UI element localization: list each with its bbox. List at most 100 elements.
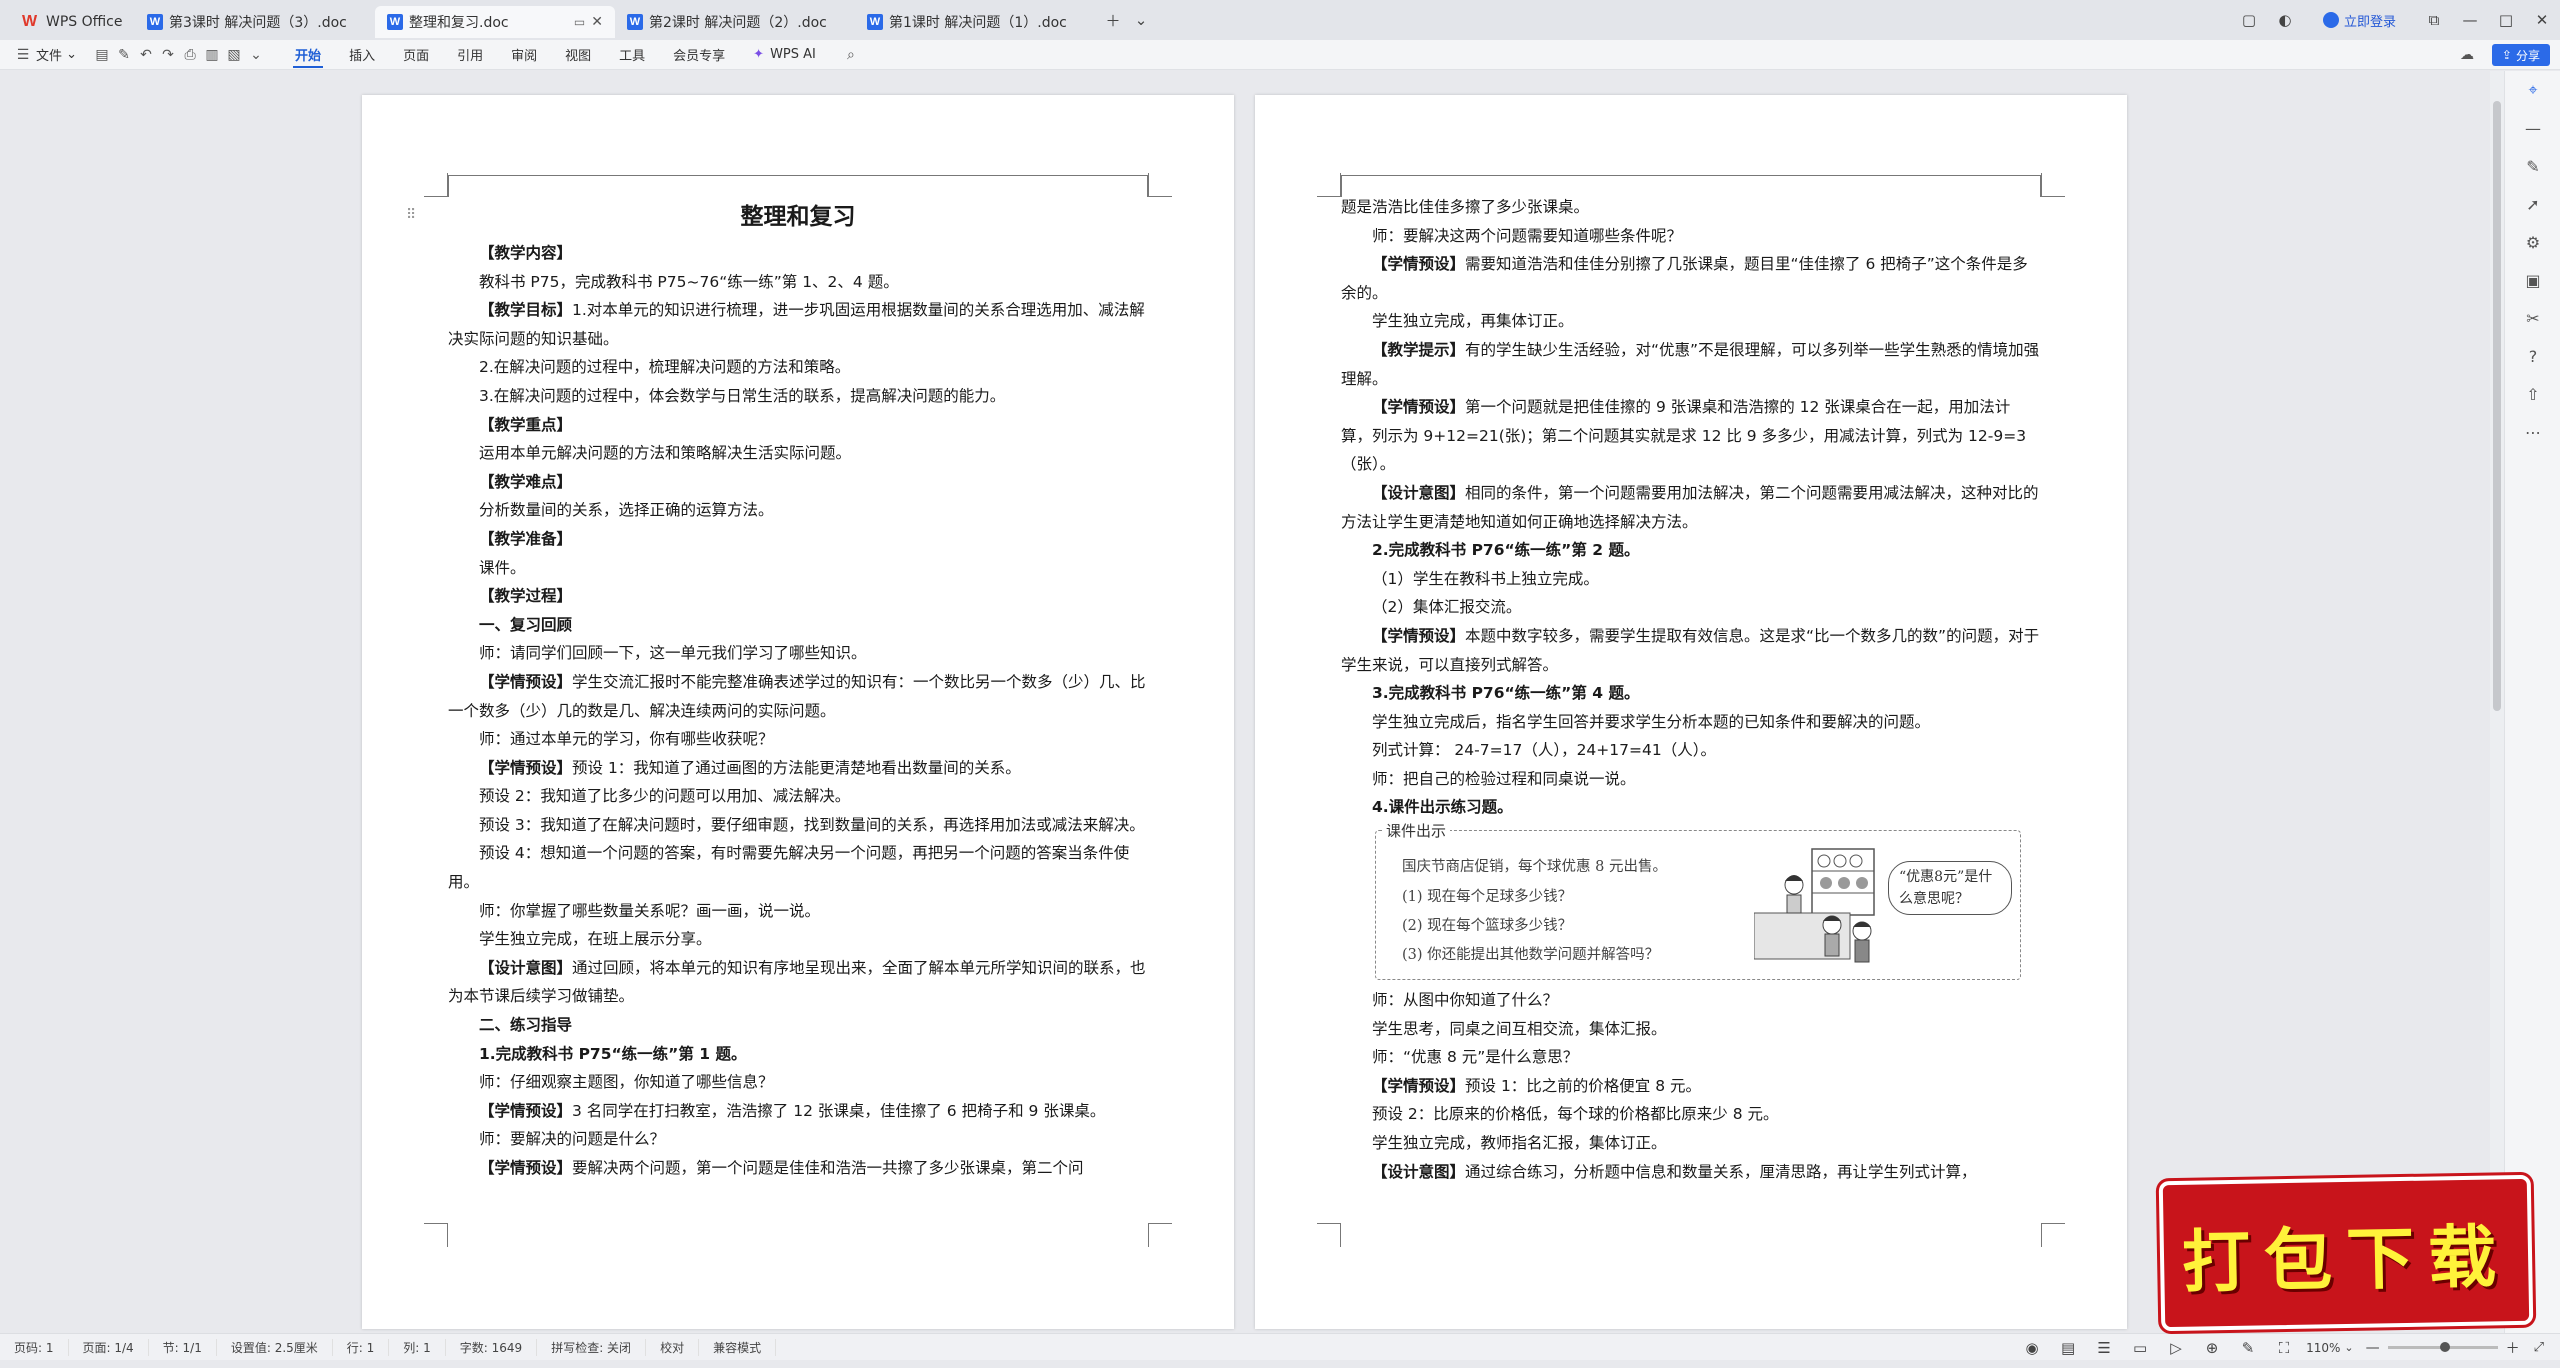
more-chevron-icon[interactable]: ⌄ xyxy=(245,40,267,70)
tab-3[interactable]: W 第2课时 解决问题（2）.doc xyxy=(615,6,855,38)
search-icon[interactable]: ⌕ xyxy=(840,40,862,70)
location-pin-icon[interactable]: ⌖ xyxy=(2505,71,2560,109)
restore-window-icon[interactable]: ⧉ xyxy=(2416,0,2452,40)
courseware-figure: 课件出示 国庆节商店促销，每个球优惠 8 元出售。 (1) 现在每个足球多少钱？… xyxy=(1375,817,2021,981)
minimize-icon[interactable]: — xyxy=(2452,0,2488,40)
paragraph: 【学情预设】学生交流汇报时不能完整准确表述学过的知识有：一个数比另一个数多（少）… xyxy=(448,668,1148,725)
page-1-body: 【教学内容】 教科书 P75，完成教科书 P75~76“练一练”第 1、2、4 题… xyxy=(448,239,1148,1183)
zoom-out-icon[interactable]: — xyxy=(2366,1340,2380,1356)
wps-logo-icon: W xyxy=(22,13,38,30)
download-package-badge[interactable]: 打包下载 xyxy=(2158,1174,2534,1332)
vertical-scrollbar[interactable] xyxy=(2490,71,2504,1333)
print-preview-icon[interactable]: ▥ xyxy=(201,40,223,70)
settings-icon[interactable]: ⚙ xyxy=(2505,223,2560,261)
ribbon-tab-6[interactable]: 工具 xyxy=(605,40,659,70)
paragraph: 【教学过程】 xyxy=(479,587,573,606)
edit-pen-icon[interactable]: ✎ xyxy=(2230,1328,2266,1368)
paragraph: 1.完成教科书 P75“练一练”第 1 题。 xyxy=(479,1044,747,1063)
outline-view-icon[interactable]: ☰ xyxy=(2086,1328,2122,1368)
monitor-icon[interactable]: ▭ xyxy=(574,15,585,29)
tab-list-chevron-icon[interactable]: ⌄ xyxy=(1131,0,1151,40)
window-layout-icon[interactable]: ▢ xyxy=(2231,0,2267,40)
print-icon[interactable]: ⎙ xyxy=(179,40,201,70)
tools-icon[interactable]: ✂ xyxy=(2505,299,2560,337)
status-item-1: 页面: 1/4 xyxy=(69,1338,149,1356)
paragraph-heading: 【学情预设】 xyxy=(479,1159,573,1177)
paragraph: 师：你掌握了哪些数量关系呢？画一画，说一说。 xyxy=(479,901,821,920)
share-button[interactable]: ⇪ 分享 xyxy=(2491,44,2550,66)
ribbon-tab-2[interactable]: 页面 xyxy=(389,40,443,70)
zoom-slider-knob[interactable] xyxy=(2439,1342,2450,1352)
zoom-slider[interactable] xyxy=(2387,1342,2498,1352)
zoom-level[interactable]: 110% xyxy=(2306,1341,2340,1355)
status-item-3: 设置值: 2.5厘米 xyxy=(217,1338,333,1356)
document-canvas[interactable]: ⠿ 整理和复习 【教学内容】 教科书 P75，完成教科书 P75~76“练一练”第… xyxy=(0,71,2486,1333)
maximize-icon[interactable]: □ xyxy=(2488,0,2524,40)
undo-icon[interactable]: ↶ xyxy=(135,40,157,70)
image-icon[interactable]: ▣ xyxy=(2505,261,2560,299)
paragraph: 师：要解决这两个问题需要知道哪些条件呢？ xyxy=(1372,226,1683,245)
tab-2[interactable]: W 整理和复习.doc ▭ ✕ xyxy=(375,6,615,38)
web-view-icon[interactable]: ⊕ xyxy=(2194,1328,2230,1368)
paragraph-heading: 【学情预设】 xyxy=(479,1101,573,1120)
export-pdf-icon[interactable]: ▧ xyxy=(223,40,245,70)
status-item-8[interactable]: 校对 xyxy=(646,1338,700,1356)
new-tab-icon[interactable]: ＋ xyxy=(1095,0,1131,40)
document-page-1[interactable]: ⠿ 整理和复习 【教学内容】 教科书 P75，完成教科书 P75~76“练一练”第… xyxy=(362,95,1234,1329)
paragraph: 列式计算： 24-7=17（人），24+17=41（人）。 xyxy=(1372,741,1716,760)
share-sidebar-icon[interactable]: ⇧ xyxy=(2505,375,2560,413)
zoom-in-icon[interactable]: ＋ xyxy=(2506,1338,2520,1358)
fit-page-icon[interactable]: ⛶ xyxy=(2266,1328,2302,1368)
status-item-4: 行: 1 xyxy=(333,1338,390,1356)
collapse-icon[interactable]: — xyxy=(2505,109,2560,147)
margin-corner xyxy=(424,1223,448,1247)
cloud-sync-icon[interactable]: ☁ xyxy=(2456,40,2478,70)
figure-line-4: (3) 你还能提出其他数学问题并解答吗？ xyxy=(1402,947,1660,964)
close-window-icon[interactable]: ✕ xyxy=(2524,0,2560,40)
tab-1[interactable]: W 第3课时 解决问题（3）.doc xyxy=(135,6,375,38)
document-page-2[interactable]: 题是浩浩比佳佳多擦了多少张课桌。 师：要解决这两个问题需要知道哪些条件呢？ 【学情预… xyxy=(1255,95,2127,1329)
ribbon-tab-3[interactable]: 引用 xyxy=(443,40,497,70)
zoom-dropdown-icon[interactable]: ⌄ xyxy=(2344,1341,2353,1354)
menu-icon[interactable]: ☰ xyxy=(12,40,34,70)
page-2-content[interactable]: 题是浩浩比佳佳多擦了多少张课桌。 师：要解决这两个问题需要知道哪些条件呢？ 【学情预… xyxy=(1341,193,2041,1186)
pen-icon[interactable]: ✎ xyxy=(2505,147,2560,185)
more-icon[interactable]: ⋯ xyxy=(2505,413,2560,451)
paragraph-drag-handle[interactable]: ⠿ xyxy=(406,207,416,223)
document-title: 整理和复习 xyxy=(740,204,856,230)
select-icon[interactable]: ➚ xyxy=(2505,185,2560,223)
login-button[interactable]: 立即登录 xyxy=(2322,11,2396,30)
tab-4[interactable]: W 第1课时 解决问题（1）.doc xyxy=(855,6,1095,38)
paragraph-text: 通过综合练习，分析题中信息和数量关系，厘清思路，再让学生列式计算， xyxy=(1465,1162,1977,1181)
format-painter-icon[interactable]: ✎ xyxy=(113,40,135,70)
play-icon[interactable]: ▷ xyxy=(2158,1328,2194,1368)
ribbon-tab-5[interactable]: 视图 xyxy=(551,40,605,70)
help-icon[interactable]: ? xyxy=(2505,337,2560,375)
paragraph-heading: 【教学提示】 xyxy=(1372,340,1466,359)
skin-icon[interactable]: ◐ xyxy=(2267,0,2303,40)
paragraph-text: 要解决两个问题，第一个问题是佳佳和浩浩一共擦了多少张课桌，第二个问 xyxy=(572,1159,1084,1177)
page-1-content[interactable]: 整理和复习 【教学内容】 教科书 P75，完成教科书 P75~76“练一练”第 1… xyxy=(448,195,1148,1183)
ribbon-tab-1[interactable]: 插入 xyxy=(335,40,389,70)
file-menu[interactable]: 文件 ⌄ xyxy=(34,40,91,70)
close-tab-icon[interactable]: ✕ xyxy=(591,14,603,30)
ribbon-tab-0[interactable]: 开始 xyxy=(281,40,335,70)
paragraph: 学生独立完成后，指名学生回答并要求学生分析本题的已知条件和要解决的问题。 xyxy=(1372,712,1931,731)
eye-icon[interactable]: ◉ xyxy=(2014,1328,2050,1368)
fullscreen-icon[interactable]: ⤢ xyxy=(2534,1340,2544,1355)
ribbon-tab-4[interactable]: 审阅 xyxy=(497,40,551,70)
paragraph: 二、练习指导 xyxy=(479,1016,573,1035)
save-icon[interactable]: ▤ xyxy=(91,40,113,70)
read-mode-icon[interactable]: ▭ xyxy=(2122,1328,2158,1368)
ribbon-toolbar: ☰ 文件 ⌄ ▤ ✎ ↶ ↷ ⎙ ▥ ▧ ⌄ 开始 插入 页面 引用 审阅 视图 工具 会员专… xyxy=(0,40,2560,70)
scrollbar-thumb[interactable] xyxy=(2493,101,2501,711)
status-item-9[interactable]: 兼容模式 xyxy=(699,1338,777,1356)
redo-icon[interactable]: ↷ xyxy=(157,40,179,70)
status-item-7[interactable]: 拼写检查: 关闭 xyxy=(537,1338,647,1356)
tab-0[interactable]: W WPS Office xyxy=(10,6,135,38)
margin-corner xyxy=(1317,173,1341,197)
wps-ai-button[interactable]: ✦ WPS AI xyxy=(739,40,830,70)
paragraph-heading: 【设计意图】 xyxy=(479,958,573,977)
ribbon-tab-7[interactable]: 会员专享 xyxy=(659,40,739,70)
page-view-icon[interactable]: ▤ xyxy=(2050,1328,2086,1368)
